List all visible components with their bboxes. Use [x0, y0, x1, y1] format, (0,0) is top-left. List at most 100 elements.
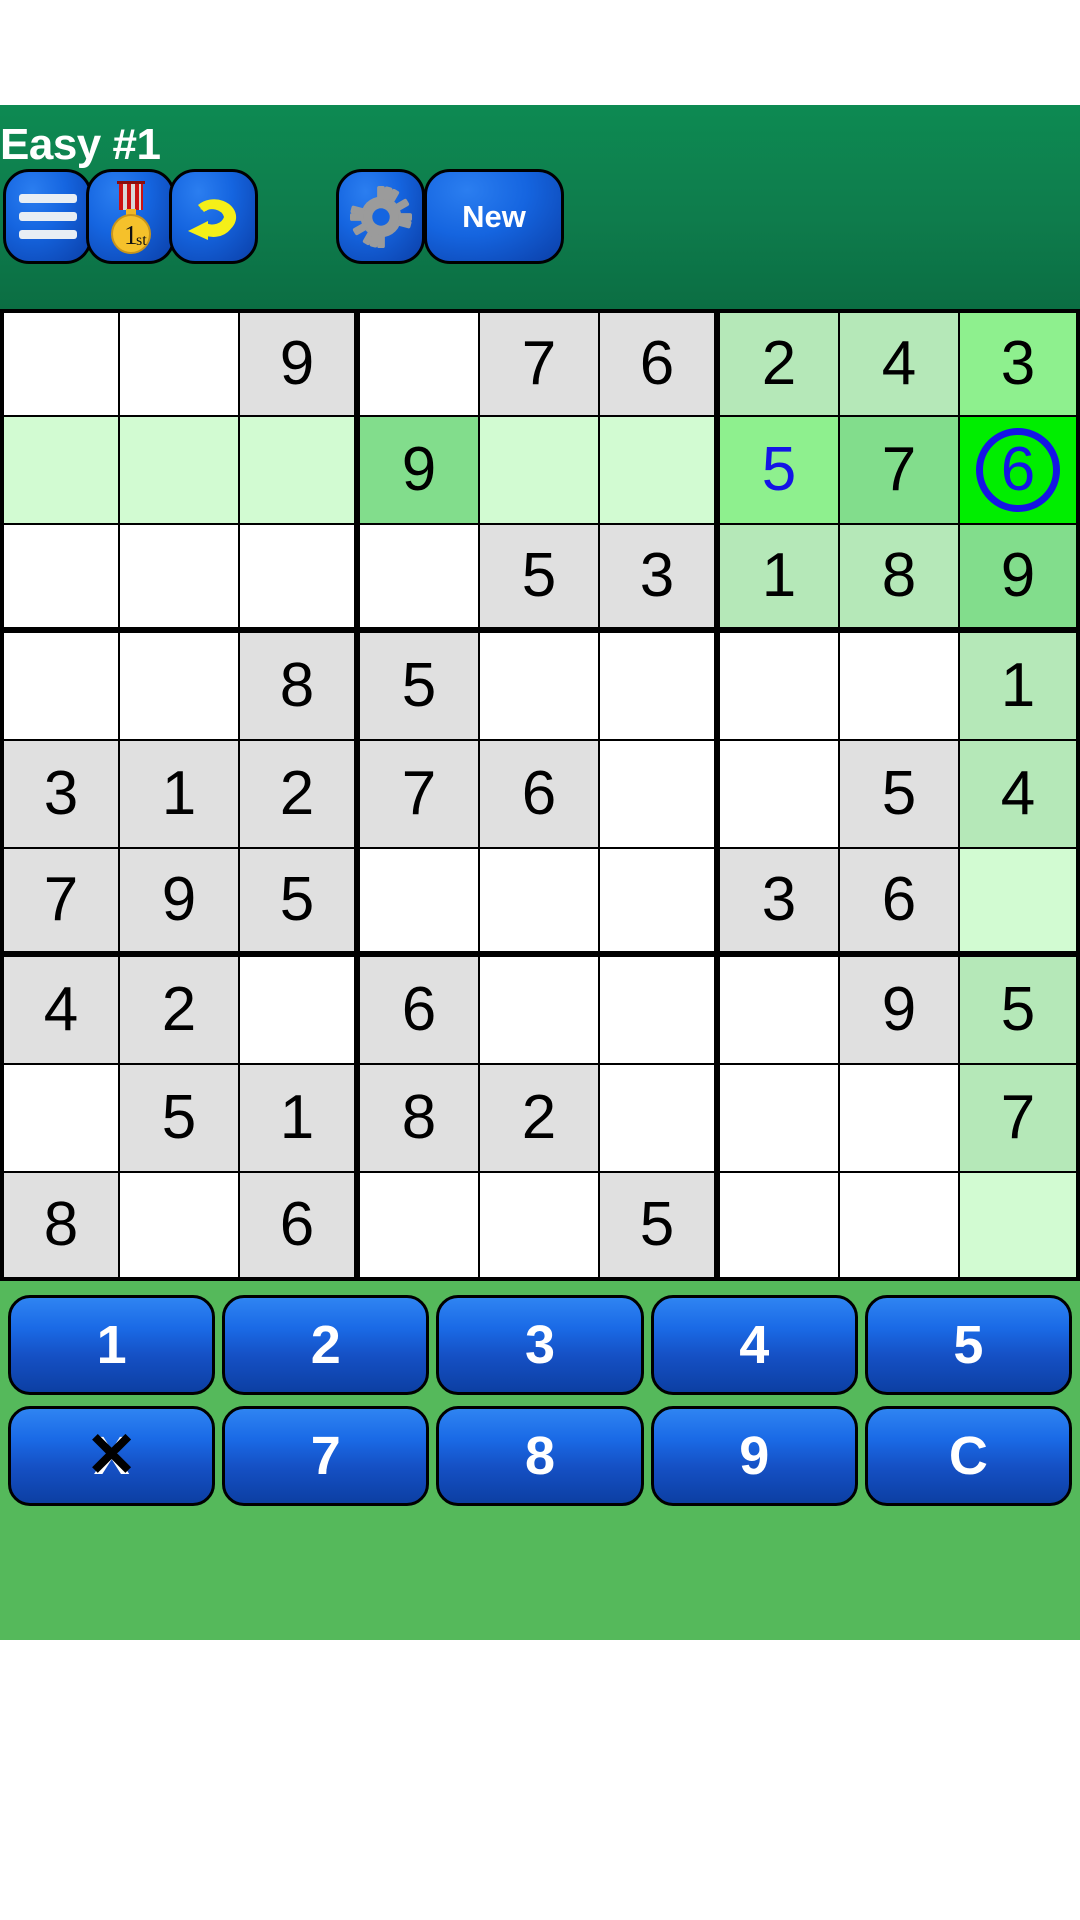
sudoku-cell-r6c3[interactable]: 5 [240, 849, 360, 957]
sudoku-cell-r4c6[interactable] [600, 633, 720, 741]
sudoku-cell-r9c5[interactable] [480, 1173, 600, 1281]
sudoku-cell-r5c5[interactable]: 6 [480, 741, 600, 849]
keypad-key-label: 5 [953, 1315, 984, 1375]
sudoku-cell-r2c8[interactable]: 7 [840, 417, 960, 525]
sudoku-cell-r4c8[interactable] [840, 633, 960, 741]
keypad-key-5[interactable]: 5 [864, 1295, 1073, 1395]
sudoku-cell-r1c2[interactable] [120, 309, 240, 417]
sudoku-cell-r5c1[interactable]: 3 [0, 741, 120, 849]
sudoku-cell-r5c2[interactable]: 1 [120, 741, 240, 849]
cell-value: 9 [401, 435, 437, 504]
sudoku-cell-r1c5[interactable]: 7 [480, 309, 600, 417]
sudoku-cell-r6c6[interactable] [600, 849, 720, 957]
sudoku-cell-r4c4[interactable]: 5 [360, 633, 480, 741]
new-game-button[interactable]: New [424, 169, 564, 264]
sudoku-cell-r9c9[interactable] [960, 1173, 1080, 1281]
sudoku-cell-r7c9[interactable]: 5 [960, 957, 1080, 1065]
sudoku-cell-r3c4[interactable] [360, 525, 480, 633]
sudoku-cell-r4c2[interactable] [120, 633, 240, 741]
sudoku-cell-r8c6[interactable] [600, 1065, 720, 1173]
sudoku-cell-r4c9[interactable]: 1 [960, 633, 1080, 741]
sudoku-cell-r1c3[interactable]: 9 [240, 309, 360, 417]
sudoku-cell-r6c7[interactable]: 3 [720, 849, 840, 957]
sudoku-cell-r3c1[interactable] [0, 525, 120, 633]
sudoku-cell-r2c9[interactable]: 6 [960, 417, 1080, 525]
sudoku-cell-r3c3[interactable] [240, 525, 360, 633]
sudoku-cell-r8c3[interactable]: 1 [240, 1065, 360, 1173]
sudoku-cell-r3c7[interactable]: 1 [720, 525, 840, 633]
keypad-key-clear[interactable]: C [864, 1406, 1073, 1506]
sudoku-cell-r1c7[interactable]: 2 [720, 309, 840, 417]
sudoku-cell-r7c1[interactable]: 4 [0, 957, 120, 1065]
keypad-key-3[interactable]: 3 [436, 1295, 644, 1395]
sudoku-cell-r4c7[interactable] [720, 633, 840, 741]
sudoku-cell-r9c7[interactable] [720, 1173, 840, 1281]
sudoku-cell-r8c7[interactable] [720, 1065, 840, 1173]
sudoku-cell-r2c7[interactable]: 5 [720, 417, 840, 525]
sudoku-cell-r3c9[interactable]: 9 [960, 525, 1080, 633]
sudoku-cell-r9c8[interactable] [840, 1173, 960, 1281]
sudoku-cell-r1c6[interactable]: 6 [600, 309, 720, 417]
sudoku-cell-r9c1[interactable]: 8 [0, 1173, 120, 1281]
sudoku-cell-r5c9[interactable]: 4 [960, 741, 1080, 849]
sudoku-cell-r4c5[interactable] [480, 633, 600, 741]
sudoku-cell-r3c5[interactable]: 5 [480, 525, 600, 633]
sudoku-cell-r9c2[interactable] [120, 1173, 240, 1281]
sudoku-cell-r1c9[interactable]: 3 [960, 309, 1080, 417]
sudoku-cell-r7c7[interactable] [720, 957, 840, 1065]
keypad-key-9[interactable]: 9 [650, 1406, 858, 1506]
sudoku-cell-r7c3[interactable] [240, 957, 360, 1065]
sudoku-cell-r7c5[interactable] [480, 957, 600, 1065]
sudoku-cell-r5c7[interactable] [720, 741, 840, 849]
sudoku-cell-r1c8[interactable]: 4 [840, 309, 960, 417]
sudoku-cell-r8c8[interactable] [840, 1065, 960, 1173]
sudoku-cell-r2c3[interactable] [240, 417, 360, 525]
sudoku-cell-r5c6[interactable] [600, 741, 720, 849]
sudoku-cell-r6c8[interactable]: 6 [840, 849, 960, 957]
sudoku-cell-r2c4[interactable]: 9 [360, 417, 480, 525]
keypad-key-x[interactable]: X ✕ [8, 1406, 216, 1506]
sudoku-cell-r2c6[interactable] [600, 417, 720, 525]
sudoku-cell-r6c4[interactable] [360, 849, 480, 957]
sudoku-cell-r6c2[interactable]: 9 [120, 849, 240, 957]
sudoku-cell-r5c8[interactable]: 5 [840, 741, 960, 849]
sudoku-cell-r3c8[interactable]: 8 [840, 525, 960, 633]
menu-button[interactable] [3, 169, 92, 264]
keypad-key-2[interactable]: 2 [222, 1295, 430, 1395]
sudoku-cell-r5c4[interactable]: 7 [360, 741, 480, 849]
sudoku-cell-r1c1[interactable] [0, 309, 120, 417]
sudoku-cell-r7c4[interactable]: 6 [360, 957, 480, 1065]
keypad-key-7[interactable]: 7 [222, 1406, 430, 1506]
sudoku-cell-r4c1[interactable] [0, 633, 120, 741]
sudoku-cell-r8c2[interactable]: 5 [120, 1065, 240, 1173]
sudoku-cell-r4c3[interactable]: 8 [240, 633, 360, 741]
sudoku-cell-r6c1[interactable]: 7 [0, 849, 120, 957]
cell-value: 6 [639, 329, 675, 398]
sudoku-cell-r2c1[interactable] [0, 417, 120, 525]
keypad-key-4[interactable]: 4 [650, 1295, 858, 1395]
sudoku-cell-r3c6[interactable]: 3 [600, 525, 720, 633]
sudoku-cell-r3c2[interactable] [120, 525, 240, 633]
sudoku-cell-r8c4[interactable]: 8 [360, 1065, 480, 1173]
sudoku-cell-r5c3[interactable]: 2 [240, 741, 360, 849]
sudoku-cell-r2c5[interactable] [480, 417, 600, 525]
cell-value: 8 [43, 1190, 79, 1259]
sudoku-cell-r9c3[interactable]: 6 [240, 1173, 360, 1281]
sudoku-cell-r9c6[interactable]: 5 [600, 1173, 720, 1281]
undo-button[interactable] [169, 169, 258, 264]
keypad-key-1[interactable]: 1 [8, 1295, 216, 1395]
sudoku-cell-r1c4[interactable] [360, 309, 480, 417]
sudoku-cell-r6c5[interactable] [480, 849, 600, 957]
settings-button[interactable] [336, 169, 425, 264]
sudoku-cell-r8c9[interactable]: 7 [960, 1065, 1080, 1173]
sudoku-cell-r6c9[interactable] [960, 849, 1080, 957]
sudoku-cell-r8c5[interactable]: 2 [480, 1065, 600, 1173]
sudoku-cell-r9c4[interactable] [360, 1173, 480, 1281]
sudoku-cell-r8c1[interactable] [0, 1065, 120, 1173]
sudoku-cell-r7c2[interactable]: 2 [120, 957, 240, 1065]
sudoku-cell-r2c2[interactable] [120, 417, 240, 525]
sudoku-cell-r7c8[interactable]: 9 [840, 957, 960, 1065]
keypad-key-8[interactable]: 8 [436, 1406, 644, 1506]
high-scores-button[interactable]: 1 st [86, 169, 175, 264]
sudoku-cell-r7c6[interactable] [600, 957, 720, 1065]
